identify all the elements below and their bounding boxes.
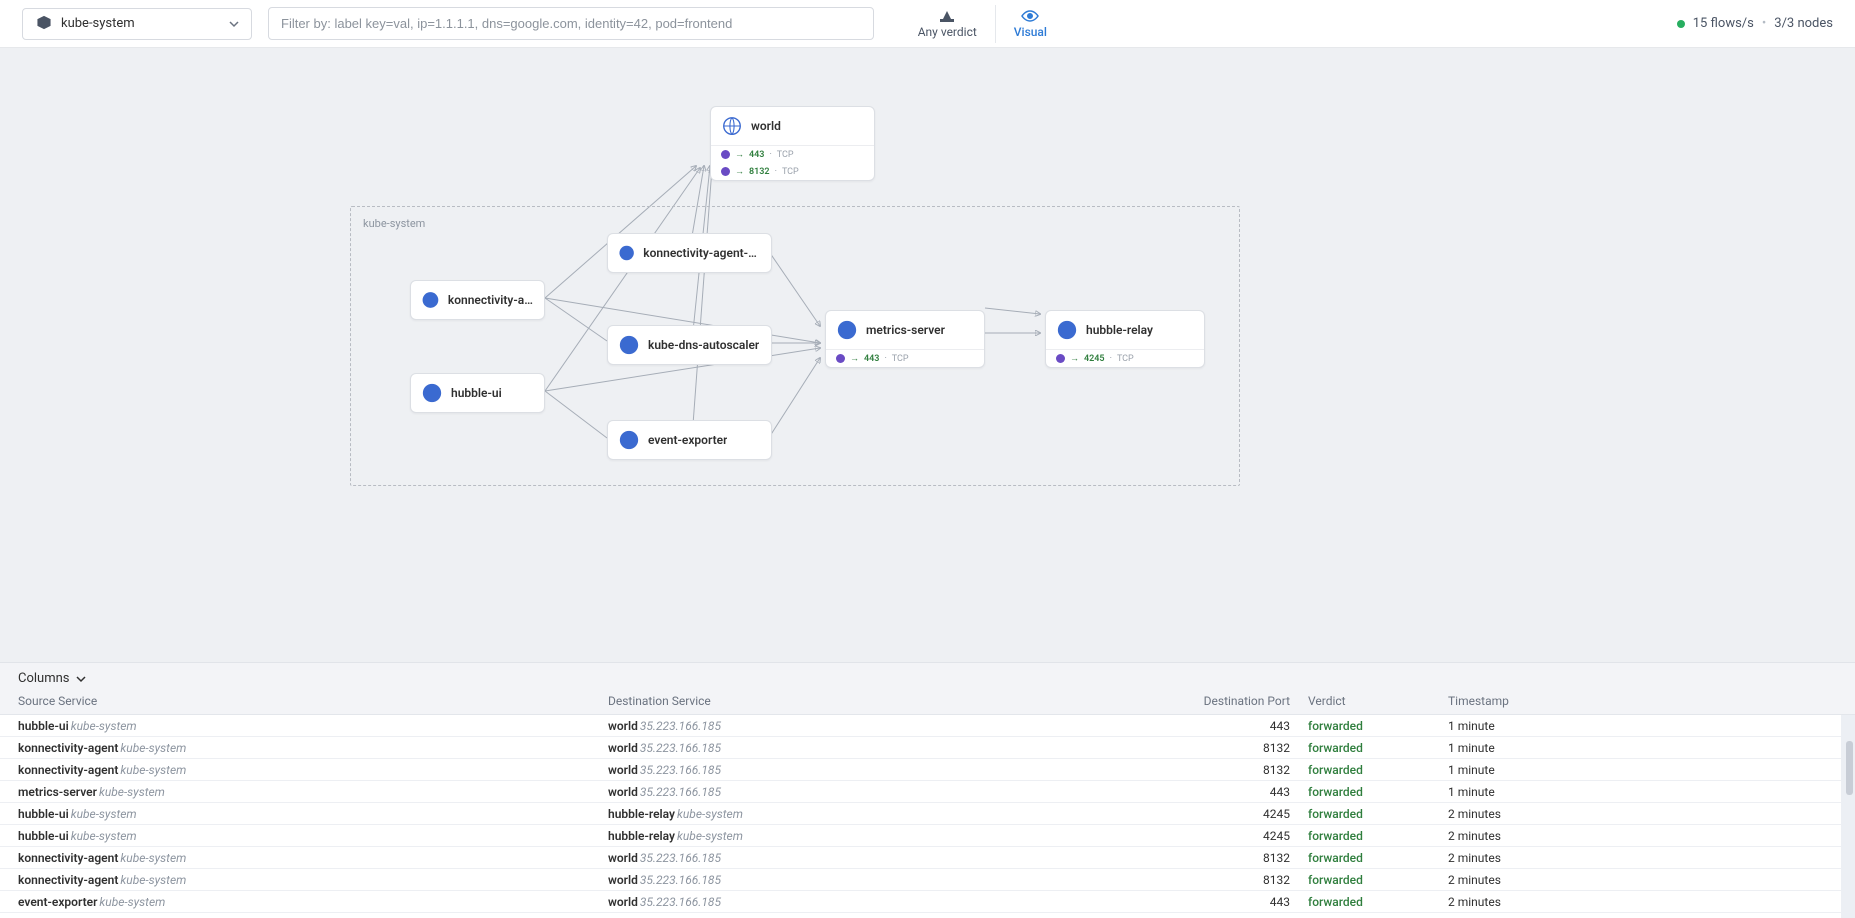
table-row[interactable]: konnectivity-agent-autoscalerkube-system… bbox=[0, 913, 1855, 918]
table-row[interactable]: metrics-serverkube-systemworld35.223.166… bbox=[0, 781, 1855, 803]
kubernetes-icon bbox=[35, 15, 53, 33]
node-event-exporter[interactable]: event-exporter bbox=[607, 420, 772, 460]
nodes-ratio: 3/3 nodes bbox=[1774, 16, 1833, 31]
node-title: kube-dns-autoscaler bbox=[648, 338, 759, 352]
port-row: →443·TCP bbox=[711, 146, 874, 163]
node-hubble-ui[interactable]: hubble-ui bbox=[410, 373, 545, 413]
verdict-icon bbox=[938, 9, 956, 23]
node-konnectivity-agent-autoscaler[interactable]: konnectivity-agent-autosc… bbox=[607, 233, 772, 273]
kubernetes-icon bbox=[1056, 319, 1078, 341]
table-row[interactable]: konnectivity-agentkube-systemworld35.223… bbox=[0, 737, 1855, 759]
kubernetes-icon bbox=[421, 289, 440, 311]
header-source: Source Service bbox=[18, 694, 608, 708]
table-row[interactable]: hubble-uikube-systemhubble-relaykube-sys… bbox=[0, 803, 1855, 825]
table-row[interactable]: hubble-uikube-systemworld35.223.166.1854… bbox=[0, 715, 1855, 737]
header-timestamp: Timestamp bbox=[1388, 694, 1837, 708]
chevron-down-icon bbox=[229, 19, 239, 29]
table-row[interactable]: konnectivity-agentkube-systemworld35.223… bbox=[0, 869, 1855, 891]
globe-icon bbox=[721, 115, 743, 137]
topbar: kube-system Any verdict Visual 15 flows/… bbox=[0, 0, 1855, 48]
kubernetes-icon bbox=[618, 242, 635, 264]
header-verdict: Verdict bbox=[1308, 694, 1388, 708]
visual-button[interactable]: Visual bbox=[995, 5, 1065, 43]
status-group: 15 flows/s • 3/3 nodes bbox=[1677, 16, 1833, 31]
node-hubble-relay[interactable]: hubble-relay →4245·TCP bbox=[1045, 310, 1205, 368]
table-row[interactable]: event-exporterkube-systemworld35.223.166… bbox=[0, 891, 1855, 913]
scrollbar-thumb[interactable] bbox=[1846, 741, 1853, 795]
visual-label: Visual bbox=[1014, 25, 1047, 39]
port-row: →443·TCP bbox=[826, 350, 984, 367]
kubernetes-icon bbox=[836, 319, 858, 341]
filter-input[interactable] bbox=[268, 7, 874, 40]
node-title: hubble-relay bbox=[1086, 323, 1153, 337]
node-title: hubble-ui bbox=[451, 386, 502, 400]
flows-rate: 15 flows/s bbox=[1693, 16, 1754, 31]
table-row[interactable]: konnectivity-agentkube-systemworld35.223… bbox=[0, 847, 1855, 869]
chevron-down-icon bbox=[76, 674, 86, 684]
graph-canvas[interactable]: world →443·TCP →8132·TCP kube-system kon… bbox=[0, 48, 1855, 662]
node-title: konnectivity-agent-autosc… bbox=[643, 246, 761, 260]
table-header: Source Service Destination Service Desti… bbox=[0, 694, 1855, 715]
flows-panel: Columns Source Service Destination Servi… bbox=[0, 662, 1855, 918]
any-verdict-label: Any verdict bbox=[918, 25, 977, 39]
node-world[interactable]: world →443·TCP →8132·TCP bbox=[710, 106, 875, 181]
node-metrics-server[interactable]: metrics-server →443·TCP bbox=[825, 310, 985, 368]
kubernetes-icon bbox=[421, 382, 443, 404]
kubernetes-icon bbox=[618, 429, 640, 451]
table-row[interactable]: hubble-uikube-systemhubble-relaykube-sys… bbox=[0, 825, 1855, 847]
header-port: Destination Port bbox=[1188, 694, 1308, 708]
header-destination: Destination Service bbox=[608, 694, 1188, 708]
node-title: world bbox=[751, 119, 781, 133]
node-kube-dns-autoscaler[interactable]: kube-dns-autoscaler bbox=[607, 325, 772, 365]
table-row[interactable]: konnectivity-agentkube-systemworld35.223… bbox=[0, 759, 1855, 781]
namespace-box-label: kube-system bbox=[359, 215, 1231, 232]
eye-icon bbox=[1020, 9, 1040, 23]
status-dot-icon bbox=[1677, 20, 1685, 28]
any-verdict-button[interactable]: Any verdict bbox=[900, 5, 995, 43]
namespace-selector[interactable]: kube-system bbox=[22, 8, 252, 40]
table-body[interactable]: hubble-uikube-systemworld35.223.166.1854… bbox=[0, 715, 1855, 918]
port-row: →4245·TCP bbox=[1046, 350, 1204, 367]
port-row: →8132·TCP bbox=[711, 163, 874, 180]
mode-group: Any verdict Visual bbox=[900, 5, 1065, 43]
columns-button[interactable]: Columns bbox=[0, 663, 1855, 694]
node-title: event-exporter bbox=[648, 433, 727, 447]
namespace-label: kube-system bbox=[61, 16, 135, 31]
node-konnectivity-agent[interactable]: konnectivity-agent bbox=[410, 280, 545, 320]
kubernetes-icon bbox=[618, 334, 640, 356]
node-title: metrics-server bbox=[866, 323, 945, 337]
node-title: konnectivity-agent bbox=[448, 293, 534, 307]
